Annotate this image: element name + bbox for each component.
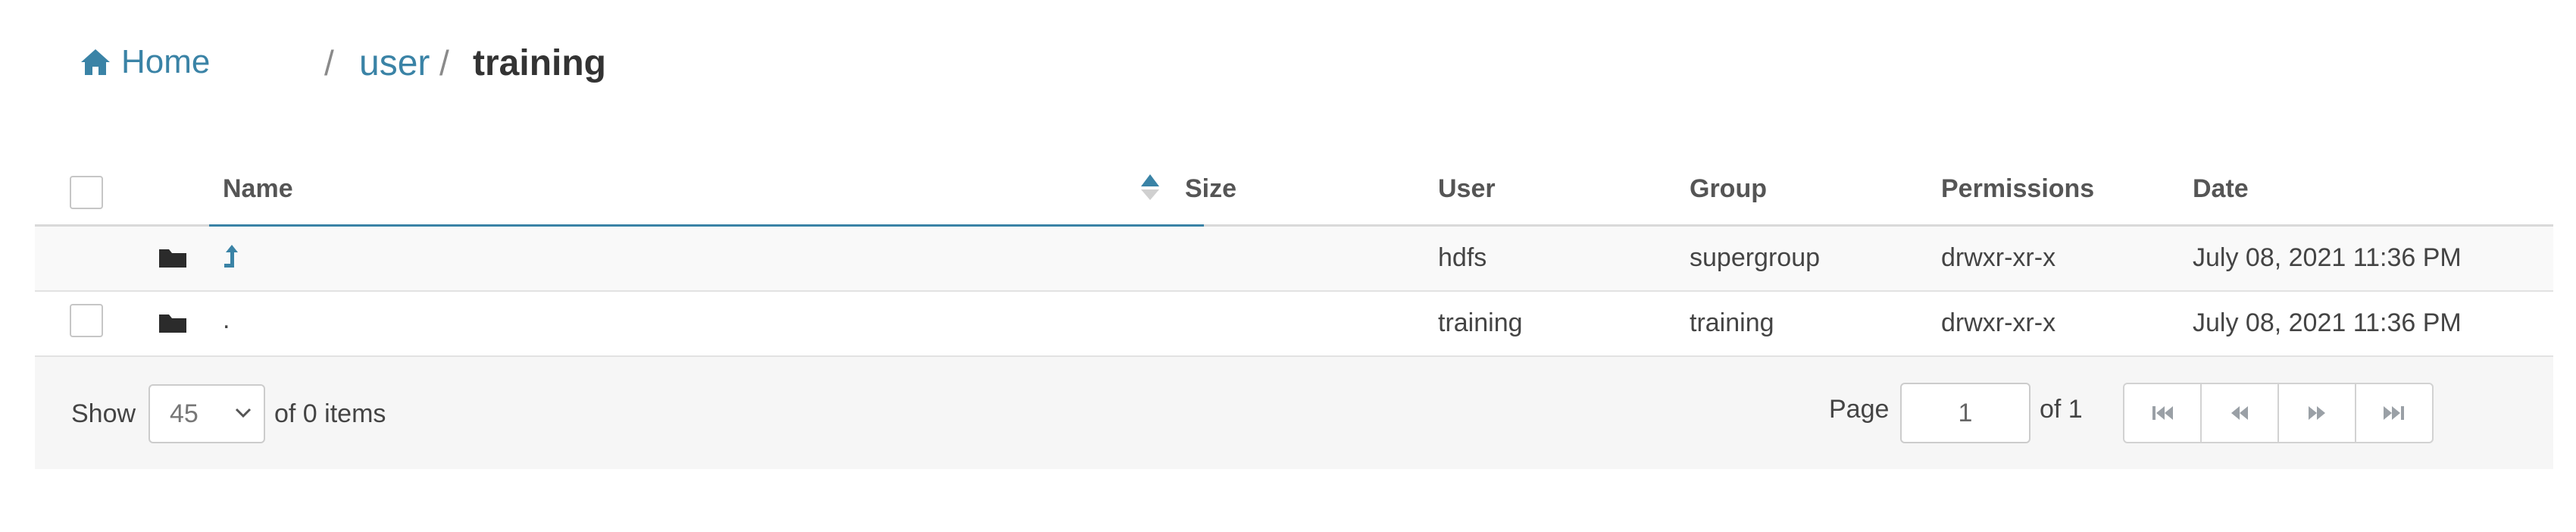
folder-icon [159, 249, 186, 268]
select-all-checkbox[interactable] [70, 176, 103, 209]
file-table: Name Size User Group Permissions Date hd… [35, 152, 2553, 469]
file-browser: Home / user / training Name Size User Gr… [0, 0, 2576, 532]
previous-page-button[interactable] [2202, 384, 2279, 442]
arrow-up-icon[interactable] [221, 243, 239, 271]
column-header-name[interactable]: Name [223, 174, 293, 204]
cell-user: hdfs [1438, 243, 1487, 272]
cell-group: supergroup [1690, 243, 1821, 272]
next-page-icon [2309, 406, 2325, 420]
breadcrumb-user-link[interactable]: user [359, 42, 430, 84]
last-page-icon [2384, 406, 2404, 420]
first-page-icon [2152, 406, 2173, 420]
next-page-button[interactable] [2279, 384, 2356, 442]
page-count-label: of 1 [2040, 395, 2083, 424]
cell-user: training [1438, 308, 1523, 337]
chevron-down-icon [235, 408, 252, 418]
previous-page-icon [2231, 406, 2248, 420]
page-size-value: 45 [170, 399, 199, 428]
column-header-user[interactable]: User [1438, 174, 1496, 204]
page-label: Page [1829, 395, 1890, 424]
table-header: Name Size User Group Permissions Date [35, 152, 2553, 227]
table-row[interactable]: hdfs supergroup drwxr-xr-x July 08, 2021… [35, 227, 2553, 292]
breadcrumb-separator: / [439, 43, 449, 83]
breadcrumb-home-link[interactable]: Home [79, 38, 210, 86]
cell-date: July 08, 2021 11:36 PM [2193, 243, 2462, 272]
row-checkbox[interactable] [70, 304, 103, 337]
breadcrumb: Home / user / training [0, 0, 2576, 129]
cell-permissions: drwxr-xr-x [1941, 243, 2056, 272]
table-footer: Show 45 of 0 items Page of 1 [35, 357, 2553, 469]
breadcrumb-current: training [473, 43, 606, 83]
table-row[interactable]: . training training drwxr-xr-x July 08, … [35, 292, 2553, 357]
sort-ascending-icon[interactable] [1140, 173, 1161, 203]
pagination-controls [2123, 383, 2434, 443]
page-number-input[interactable] [1900, 383, 2030, 443]
column-header-date[interactable]: Date [2193, 174, 2249, 204]
column-header-permissions[interactable]: Permissions [1941, 174, 2094, 204]
last-page-button[interactable] [2356, 384, 2432, 442]
column-header-size[interactable]: Size [1185, 174, 1236, 204]
breadcrumb-separator: / [324, 43, 334, 83]
page-size-select[interactable]: 45 [148, 384, 265, 443]
folder-icon [159, 315, 186, 333]
cell-group: training [1690, 308, 1774, 337]
cell-permissions: drwxr-xr-x [1941, 308, 2056, 337]
item-count-label: of 0 items [274, 399, 386, 428]
home-icon [81, 49, 110, 75]
first-page-button[interactable] [2124, 384, 2202, 442]
cell-date: July 08, 2021 11:36 PM [2193, 308, 2462, 337]
show-label: Show [71, 399, 136, 428]
cell-name-link[interactable]: . [223, 305, 230, 335]
column-header-group[interactable]: Group [1690, 174, 1767, 204]
breadcrumb-home-label: Home [121, 43, 211, 80]
